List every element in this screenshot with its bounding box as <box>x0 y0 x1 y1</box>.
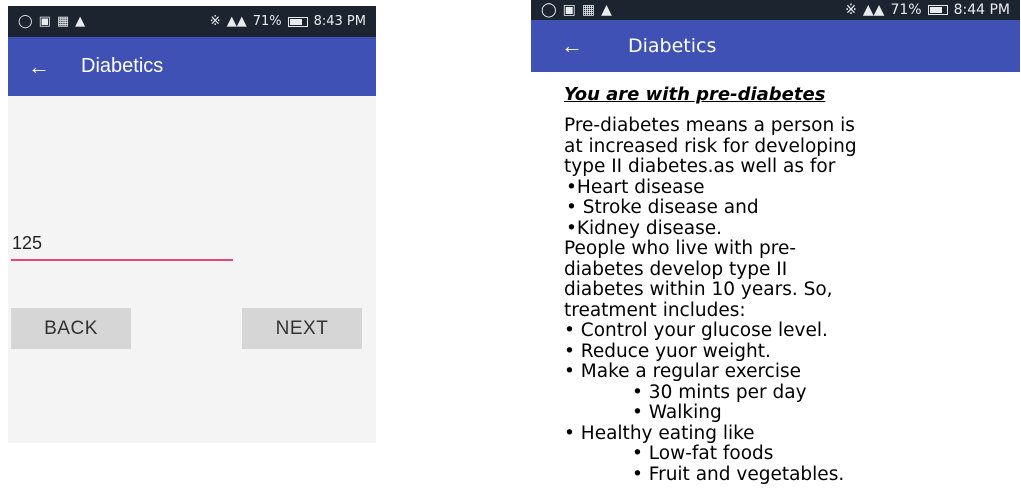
signal-icon: ▲▲ <box>226 14 247 29</box>
app-bar: ← Diabetics <box>531 20 1020 72</box>
warning-icon: ▲ <box>601 2 612 18</box>
status-bar: ◯ ▣ ▦ ▲ ※ ▲▲ 71% 8:44 PM <box>531 0 1020 20</box>
back-button[interactable]: BACK <box>11 308 131 349</box>
list-item: • Low-fat foods <box>632 443 774 464</box>
list-item: •Kidney disease. <box>566 217 723 239</box>
warning-icon: ▲ <box>75 14 86 29</box>
chat-icon: ◯ <box>18 14 33 29</box>
result-heading: You are with pre-diabetes <box>564 84 826 105</box>
list-item: • Fruit and vegetables. <box>632 463 845 485</box>
notification-icons: ◯ ▣ ▦ ▲ <box>541 2 612 18</box>
list-item: • Make a regular exercise <box>564 361 801 382</box>
back-arrow-icon[interactable]: ← <box>28 54 50 80</box>
right-screen: ◯ ▣ ▦ ▲ ※ ▲▲ 71% 8:44 PM ← Diabetics You… <box>531 0 1020 497</box>
list-item: • Control your glucose level. <box>564 320 828 341</box>
list-item: • Stroke disease and <box>566 197 759 218</box>
list-item: • Walking <box>632 402 722 423</box>
intro-text: Pre-diabetes means a person is at increa… <box>564 115 857 177</box>
app-bar: ← Diabetics <box>8 37 376 96</box>
list-item: •Heart disease <box>566 176 705 198</box>
gallery-icon: ▦ <box>581 2 596 18</box>
battery-percent: 71% <box>252 14 282 29</box>
bluetooth-icon: ※ <box>845 2 857 18</box>
clock: 8:43 PM <box>313 14 366 29</box>
app-title: Diabetics <box>628 35 717 57</box>
battery-icon <box>927 5 948 15</box>
list-item: • Reduce yuor weight. <box>564 340 771 362</box>
back-arrow-icon[interactable]: ← <box>561 33 583 59</box>
system-icons: ※ ▲▲ 71% 8:43 PM <box>210 14 366 29</box>
signal-icon: ▲▲ <box>862 2 885 18</box>
result-content: You are with pre-diabetes Pre-diabetes m… <box>564 84 1010 485</box>
notification-icons: ◯ ▣ ▦ ▲ <box>18 14 85 29</box>
left-screen: ◯ ▣ ▦ ▲ ※ ▲▲ 71% 8:43 PM ← Diabetics BAC… <box>8 6 376 443</box>
gallery-icon: ▦ <box>56 14 70 29</box>
system-icons: ※ ▲▲ 71% 8:44 PM <box>845 2 1010 18</box>
people-text: People who live with pre- diabetes devel… <box>564 238 833 321</box>
camera-icon: ▣ <box>38 14 51 29</box>
app-title: Diabetics <box>81 55 164 77</box>
list-item: • Healthy eating like <box>564 422 755 444</box>
list-item: • 30 mints per day <box>632 381 807 403</box>
input-underline <box>11 259 233 261</box>
battery-percent: 71% <box>890 2 922 18</box>
camera-icon: ▣ <box>562 2 576 18</box>
next-button[interactable]: NEXT <box>242 308 362 349</box>
battery-icon <box>287 16 308 27</box>
status-bar: ◯ ▣ ▦ ▲ ※ ▲▲ 71% 8:43 PM <box>8 6 376 37</box>
glucose-input-wrapper <box>11 229 234 261</box>
bluetooth-icon: ※ <box>209 14 221 29</box>
clock: 8:44 PM <box>953 2 1010 18</box>
glucose-input[interactable] <box>11 229 234 257</box>
chat-icon: ◯ <box>541 2 557 18</box>
